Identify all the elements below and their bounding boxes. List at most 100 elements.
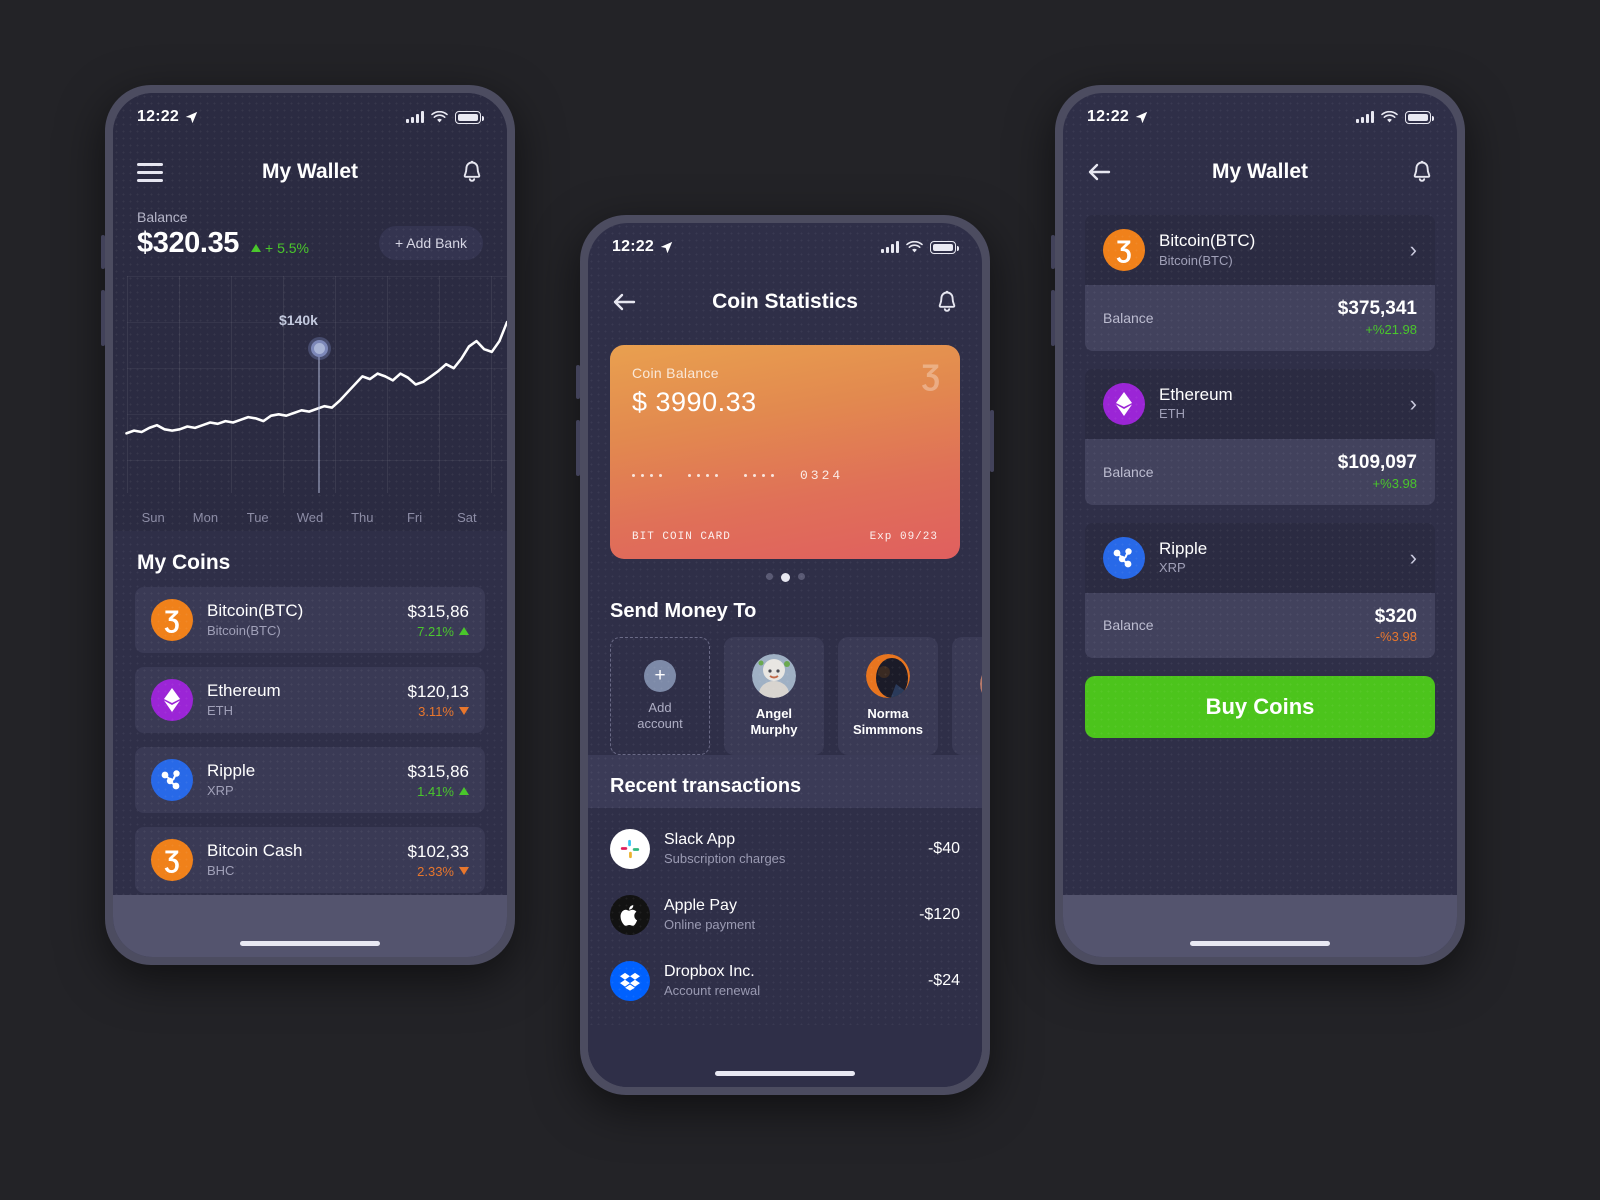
phone-device-accounts: 12:22 My Wallet Ʒ Bitcoin(BTC) Bitcoin(B… xyxy=(1051,85,1465,965)
balance-chart: $140k Sun Mon Tue Wed Thu Fri Sat xyxy=(113,276,507,531)
contact-name: Norma Simmmons xyxy=(852,705,924,737)
buy-coins-button[interactable]: Buy Coins xyxy=(1085,676,1435,739)
chart-tick: Sat xyxy=(457,510,477,525)
chart-tick: Wed xyxy=(296,510,324,525)
pager-dot[interactable] xyxy=(765,573,773,580)
contact-card[interactable]: Angel Murphy xyxy=(724,637,824,755)
hamburger-menu-icon[interactable] xyxy=(137,162,163,182)
apple-icon xyxy=(610,895,650,935)
avatar xyxy=(866,653,910,698)
contact-card[interactable]: Pr xyxy=(952,637,982,755)
phone-device-wallet: 12:22 My Wallet Balance $320.35 + 5.5% +… xyxy=(101,85,515,965)
contacts-carousel[interactable]: + Add account Angel Murphy Norma Simmmon… xyxy=(588,637,982,755)
back-arrow-icon[interactable] xyxy=(1087,162,1111,182)
account-header-row[interactable]: Ʒ Bitcoin(BTC) Bitcoin(BTC) › xyxy=(1085,215,1435,285)
coin-symbol: BHC xyxy=(207,862,235,878)
cellular-signal-icon xyxy=(406,111,424,123)
add-bank-button[interactable]: + Add Bank xyxy=(378,226,483,260)
coin-symbol: ETH xyxy=(207,702,233,718)
my-coins-title: My Coins xyxy=(137,551,231,574)
coin-row[interactable]: Ʒ Bitcoin(BTC) Bitcoin(BTC) $315,86 7.21% xyxy=(135,587,485,653)
home-indicator[interactable] xyxy=(1190,941,1330,946)
transaction-name: Dropbox Inc. xyxy=(664,962,755,980)
chart-tick: Sun xyxy=(141,510,165,525)
status-bar: 12:22 xyxy=(1063,93,1457,141)
transaction-row[interactable]: Apple Pay Online payment -$120 xyxy=(588,882,982,948)
card-last-digits: 0324 xyxy=(800,468,844,483)
phone-side-button xyxy=(576,365,580,399)
status-time: 12:22 xyxy=(137,108,179,125)
chart-marker-dot[interactable] xyxy=(311,340,328,357)
location-arrow-icon xyxy=(185,111,198,123)
balance-change: + 5.5% xyxy=(251,240,309,256)
balance-label: Balance xyxy=(137,209,188,225)
back-arrow-icon[interactable] xyxy=(612,292,636,312)
transaction-amount: -$24 xyxy=(927,972,960,989)
transaction-name: Apple Pay xyxy=(664,896,737,914)
wallet-top-section: 12:22 My Wallet Balance $320.35 + 5.5% +… xyxy=(113,93,507,531)
balance-label: Balance xyxy=(1103,463,1154,480)
account-name: Ethereum xyxy=(1159,385,1233,405)
pager-dot-active[interactable] xyxy=(780,573,790,582)
recent-transactions-title: Recent transactions xyxy=(588,755,982,808)
screen-coin-statistics: 12:22 Coin Statistics Coin Balance $ 399… xyxy=(588,223,982,1087)
balance-label: Balance xyxy=(1103,617,1154,634)
cellular-signal-icon xyxy=(881,241,899,253)
transaction-amount: -$40 xyxy=(927,840,960,857)
contact-card[interactable]: Norma Simmmons xyxy=(838,637,938,755)
account-header-row[interactable]: Ethereum ETH › xyxy=(1085,368,1435,439)
battery-icon xyxy=(455,110,484,124)
location-arrow-icon xyxy=(1135,111,1148,123)
coin-change-value: 3.11% xyxy=(418,703,454,719)
battery-icon xyxy=(930,240,959,254)
bell-icon[interactable] xyxy=(461,160,483,184)
status-time: 12:22 xyxy=(1087,108,1129,125)
coin-balance-card[interactable]: Coin Balance $ 3990.33 Ʒ 0324 BIT COIN C… xyxy=(610,345,960,559)
card-label: Coin Balance xyxy=(632,365,719,381)
coin-symbol: XRP xyxy=(207,782,234,798)
account-change: +%21.98 xyxy=(1365,321,1417,337)
cellular-signal-icon xyxy=(1356,111,1374,123)
plus-icon: + xyxy=(644,659,676,692)
add-account-card[interactable]: + Add account xyxy=(610,637,710,755)
card-carousel-pager[interactable] xyxy=(588,573,982,582)
coin-change: 1.41% xyxy=(408,784,469,799)
phone-bottom-area xyxy=(1063,895,1457,957)
chevron-right-icon[interactable]: › xyxy=(1410,546,1417,569)
transaction-row[interactable]: Dropbox Inc. Account renewal -$24 xyxy=(588,948,982,1014)
bitcoin-watermark-icon: Ʒ xyxy=(921,359,940,392)
coin-row[interactable]: Ethereum ETH $120,13 3.11% xyxy=(135,667,485,733)
screen-wallet: 12:22 My Wallet Balance $320.35 + 5.5% +… xyxy=(113,93,507,957)
phone-power-button xyxy=(990,410,994,472)
account-balance-row: Balance $109,097 +%3.98 xyxy=(1085,438,1435,505)
chevron-right-icon[interactable]: › xyxy=(1410,239,1417,261)
account-name: Ripple xyxy=(1159,538,1208,558)
coin-list: Ʒ Bitcoin(BTC) Bitcoin(BTC) $315,86 7.21% Eth… xyxy=(113,587,507,893)
coin-row[interactable]: Ʒ Bitcoin Cash BHC $102,33 2.33% xyxy=(135,827,485,893)
account-symbol: XRP xyxy=(1159,560,1186,576)
balance-section: Balance $320.35 + 5.5% + Add Bank xyxy=(113,203,507,260)
account-symbol: ETH xyxy=(1159,406,1185,422)
card-brand: BIT COIN CARD xyxy=(632,531,731,543)
account-header-row[interactable]: Ripple XRP › xyxy=(1085,522,1435,593)
home-indicator[interactable] xyxy=(715,1071,855,1076)
bell-icon[interactable] xyxy=(1411,160,1433,184)
account-list: Ʒ Bitcoin(BTC) Bitcoin(BTC) › Balance $375,34… xyxy=(1063,215,1457,659)
pager-dot[interactable] xyxy=(797,573,805,580)
coin-row[interactable]: Ripple XRP $315,86 1.41% xyxy=(135,747,485,813)
location-arrow-icon xyxy=(660,241,673,253)
page-title: Coin Statistics xyxy=(712,290,858,313)
chart-marker-label: $140k xyxy=(279,312,318,328)
home-indicator[interactable] xyxy=(240,941,380,946)
transaction-desc: Subscription charges xyxy=(664,851,786,867)
card-expiry: Exp 09/23 xyxy=(869,531,938,543)
coin-change: 3.11% xyxy=(408,704,469,719)
chevron-right-icon[interactable]: › xyxy=(1410,392,1417,415)
transaction-row[interactable]: Slack App Subscription charges -$40 xyxy=(588,816,982,882)
avatar xyxy=(752,653,796,698)
phone-side-button xyxy=(101,235,105,269)
phone-volume-button xyxy=(1051,290,1055,346)
phone-volume-button xyxy=(101,290,105,346)
bell-icon[interactable] xyxy=(936,290,958,314)
coin-name: Bitcoin Cash xyxy=(207,841,303,861)
